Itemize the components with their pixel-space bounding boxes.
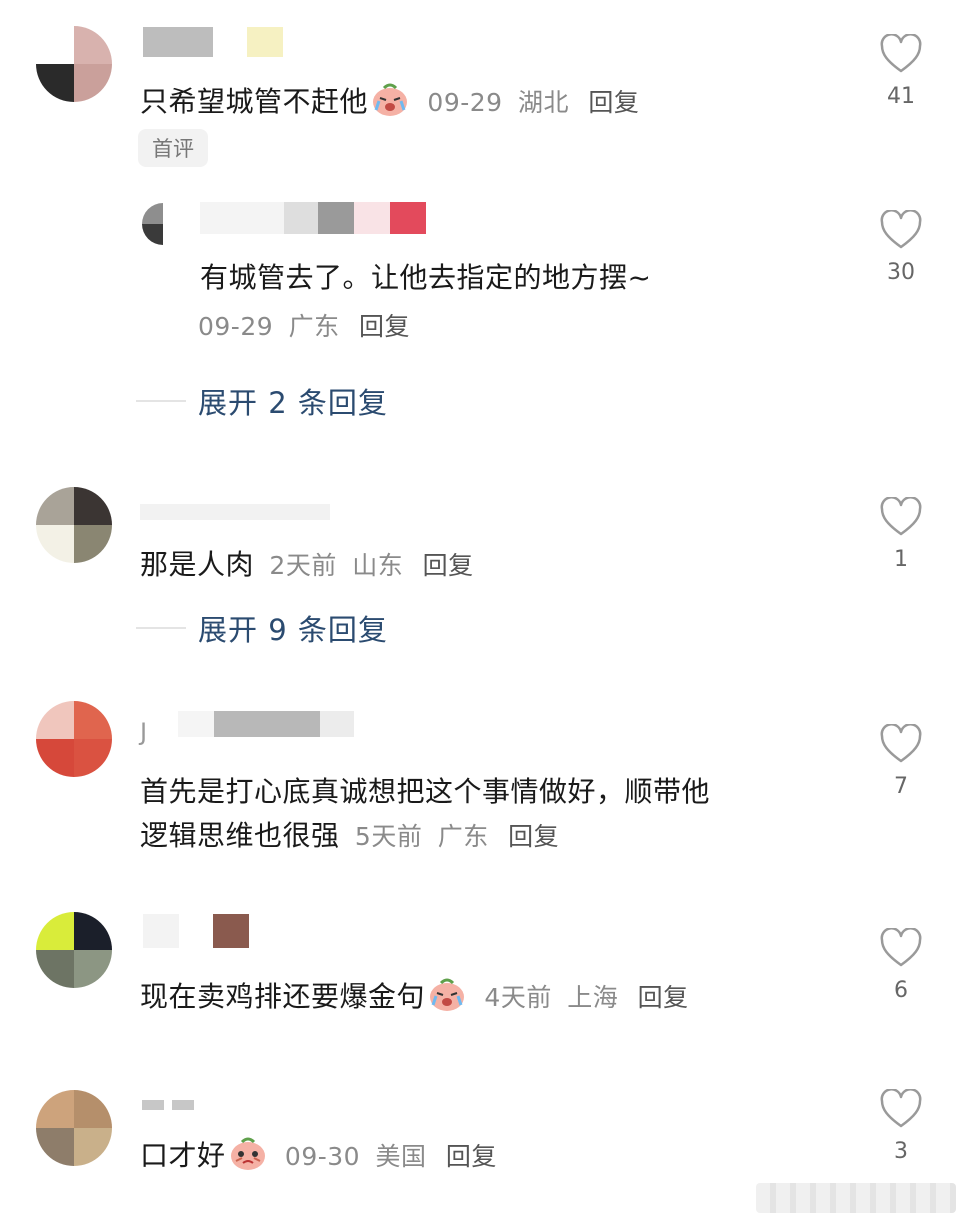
divider (136, 400, 186, 402)
comment-body: 逻辑思维也很强 5天前 广东 回复 (140, 814, 559, 854)
reply-button[interactable]: 回复 (446, 1142, 497, 1171)
comment-body: 口才好 09-30 美国 回复 (140, 1134, 497, 1178)
comment-date: 4天前 (484, 983, 552, 1012)
avatar[interactable] (36, 701, 112, 777)
crying-face-icon (370, 81, 410, 124)
watermark-blurred (756, 1183, 956, 1213)
like-count: 6 (894, 978, 908, 1003)
avatar[interactable] (36, 487, 112, 563)
first-comment-badge: 首评 (138, 129, 208, 167)
comment-location: 广东 (288, 312, 340, 341)
comment-date: 09-29 (427, 88, 503, 117)
like-button[interactable]: 3 (871, 1089, 931, 1164)
comment-meta: 09-29 广东 回复 (198, 307, 410, 343)
expand-replies-button[interactable]: 展开 2 条回复 (136, 380, 388, 422)
like-count: 41 (887, 84, 915, 109)
like-count: 7 (894, 774, 908, 799)
avatar[interactable] (36, 1090, 112, 1166)
comment-body: 只希望城管不赶他 09-29 湖北 回复 (140, 80, 639, 124)
comment-location: 上海 (567, 983, 619, 1012)
comment-location: 湖北 (517, 88, 569, 117)
reply-button[interactable]: 回复 (359, 312, 410, 341)
like-count: 3 (894, 1139, 908, 1164)
author-initial: J (140, 718, 148, 746)
comment-text: 口才好 (140, 1139, 226, 1172)
like-button[interactable]: 6 (871, 928, 931, 1003)
username-blurred[interactable] (200, 202, 426, 234)
avatar[interactable] (36, 26, 112, 102)
heart-icon (880, 1089, 922, 1128)
username-blurred[interactable] (178, 711, 354, 737)
author-name[interactable]: J (140, 718, 148, 746)
comment-date: 5天前 (354, 822, 423, 851)
reply-button[interactable]: 回复 (423, 551, 474, 580)
avatar[interactable] (36, 912, 112, 988)
reply-button[interactable]: 回复 (508, 822, 559, 851)
comment-location: 广东 (437, 822, 489, 851)
like-button[interactable]: 1 (871, 497, 931, 572)
like-count: 1 (894, 547, 908, 572)
username-blurred[interactable] (143, 27, 283, 57)
comment-body: 那是人肉 2天前 山东 回复 (140, 543, 474, 583)
username-blurred[interactable] (143, 914, 249, 948)
expand-replies-button[interactable]: 展开 9 条回复 (136, 607, 388, 649)
heart-icon (880, 497, 922, 536)
reply-button[interactable]: 回复 (588, 88, 639, 117)
comment-text-line2: 逻辑思维也很强 (140, 819, 340, 852)
comment-date: 09-29 (198, 312, 274, 341)
comment-date: 09-30 (284, 1142, 361, 1171)
comment-text: 现在卖鸡排还要爆金句 (140, 980, 426, 1013)
heart-icon (880, 928, 922, 967)
heart-icon (880, 724, 922, 763)
like-count: 30 (887, 260, 915, 285)
heart-icon (880, 34, 922, 73)
heart-icon (880, 210, 922, 249)
comment-text: 有城管去了。让他去指定的地方摆~ (200, 261, 652, 294)
comment-text: 那是人肉 (140, 548, 255, 581)
comment-body: 现在卖鸡排还要爆金句 4天前 上海 回复 (140, 975, 689, 1019)
crying-face-icon (427, 976, 467, 1019)
username-blurred[interactable] (142, 1100, 194, 1110)
reply-button[interactable]: 回复 (638, 983, 689, 1012)
like-button[interactable]: 30 (871, 210, 931, 285)
comment-date: 2天前 (269, 551, 337, 580)
expand-replies-label: 展开 9 条回复 (198, 613, 388, 647)
comment-text: 只希望城管不赶他 (140, 85, 369, 118)
avatar[interactable] (142, 203, 184, 245)
like-button[interactable]: 41 (871, 34, 931, 109)
expand-replies-label: 展开 2 条回复 (198, 386, 388, 420)
comment-location: 山东 (352, 551, 404, 580)
comment-location: 美国 (375, 1142, 427, 1171)
username-blurred[interactable] (140, 504, 330, 520)
like-button[interactable]: 7 (871, 724, 931, 799)
comment-text-line1: 首先是打心底真诚想把这个事情做好，顺带他 (140, 775, 711, 808)
pleading-face-icon (228, 1135, 268, 1178)
divider (136, 627, 186, 629)
